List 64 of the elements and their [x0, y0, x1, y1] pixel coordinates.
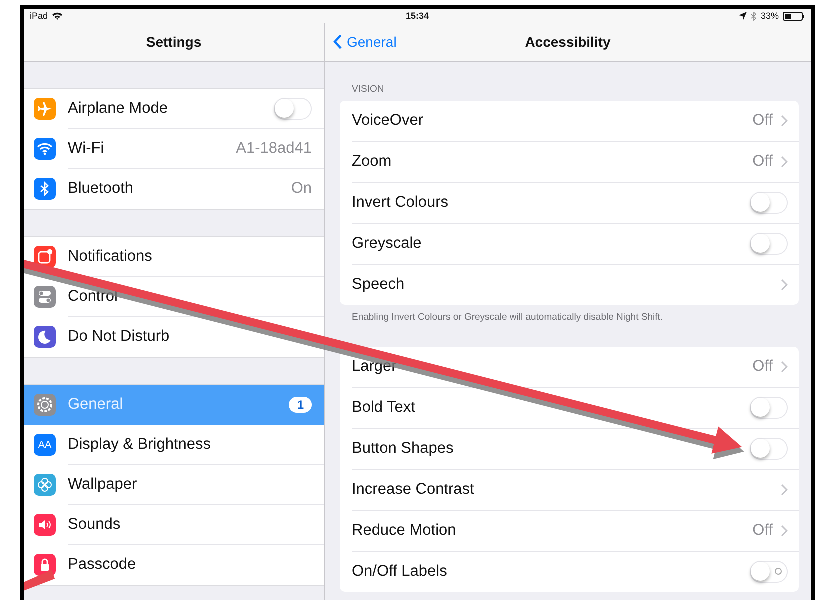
setting-label: Greyscale	[352, 235, 422, 253]
chevron-icon	[781, 156, 788, 168]
setting-label: Zoom	[352, 153, 392, 171]
battery-icon	[783, 12, 805, 20]
sidebar-title: Settings	[146, 34, 202, 50]
sidebar-item[interactable]: Bluetooth On	[24, 169, 324, 209]
sidebar-item-label: Sounds	[68, 516, 121, 534]
sidebar-item-label: Wallpaper	[68, 476, 138, 494]
sidebar-item-label: Airplane Mode	[68, 100, 168, 118]
device-name: iPad	[30, 11, 48, 21]
setting-label: Invert Colours	[352, 194, 448, 212]
sidebar-item[interactable]: Wi-Fi A1-18ad41	[24, 129, 324, 169]
back-button[interactable]: General	[333, 34, 397, 50]
setting-value: Off	[752, 358, 773, 376]
sidebar-item-label: Notifications	[68, 248, 152, 266]
status-time: 15:34	[406, 11, 430, 21]
setting-label: Increase Contrast	[352, 481, 474, 499]
wifi-icon	[52, 12, 64, 20]
toggle-switch[interactable]	[274, 98, 312, 120]
setting-label: On/Off Labels	[352, 563, 448, 581]
page-title: Accessibility	[525, 34, 611, 50]
sidebar-item-label: Do Not Disturb	[68, 328, 170, 346]
chevron-icon	[781, 525, 788, 537]
section-header: VISION	[352, 84, 386, 95]
setting-label: Larger	[352, 358, 397, 376]
sidebar-item[interactable]: Wallpaper	[24, 465, 324, 505]
sidebar-item-label: Bluetooth	[68, 180, 134, 198]
toggle-switch[interactable]	[750, 561, 788, 583]
section-footer: Enabling Invert Colours or Greyscale will automatically disable Night Shift.	[352, 312, 799, 323]
chevron-icon	[781, 115, 788, 127]
setting-value: A1-18ad41	[236, 140, 312, 158]
sidebar-item[interactable]: Airplane Mode	[24, 89, 324, 129]
toggle-switch[interactable]	[750, 438, 788, 460]
chevron-icon	[781, 279, 788, 291]
chevron-icon	[781, 361, 788, 373]
sidebar-item[interactable]: Passcode	[24, 545, 324, 585]
notification-badge: 1	[289, 396, 312, 412]
setting-label: Reduce Motion	[352, 522, 456, 540]
battery-percent: 33%	[760, 11, 779, 21]
toggle-switch[interactable]	[750, 233, 788, 255]
settings-icon: AA	[34, 434, 56, 456]
setting-value: Off	[752, 522, 773, 540]
setting-label: VoiceOver	[352, 112, 424, 130]
location-icon	[738, 12, 747, 20]
sidebar-item[interactable]: Do Not Disturb	[24, 317, 324, 357]
sidebar-item-label: Display & Brightness	[68, 436, 212, 454]
sidebar-item[interactable]: Sounds	[24, 505, 324, 545]
setting-value: On	[291, 180, 312, 198]
toggle-switch[interactable]	[750, 192, 788, 214]
sidebar-item[interactable]: AA Display & Brightness	[24, 425, 324, 465]
sidebar-item[interactable]: General 1	[24, 385, 324, 425]
setting-label: Button Shapes	[352, 440, 454, 458]
sidebar-item-label: Wi-Fi	[68, 140, 104, 158]
chevron-icon	[781, 484, 788, 496]
setting-value: Off	[752, 112, 773, 130]
sidebar-item-label: General	[68, 396, 124, 414]
sidebar-item-label: Passcode	[68, 556, 136, 574]
setting-label: Bold Text	[352, 399, 416, 417]
sidebar-item-label: Control	[68, 288, 118, 306]
bluetooth-icon	[750, 12, 757, 20]
setting-value: Off	[752, 153, 773, 171]
setting-label: Speech	[352, 276, 405, 294]
back-chevron-icon	[333, 34, 343, 50]
toggle-switch[interactable]	[750, 397, 788, 419]
